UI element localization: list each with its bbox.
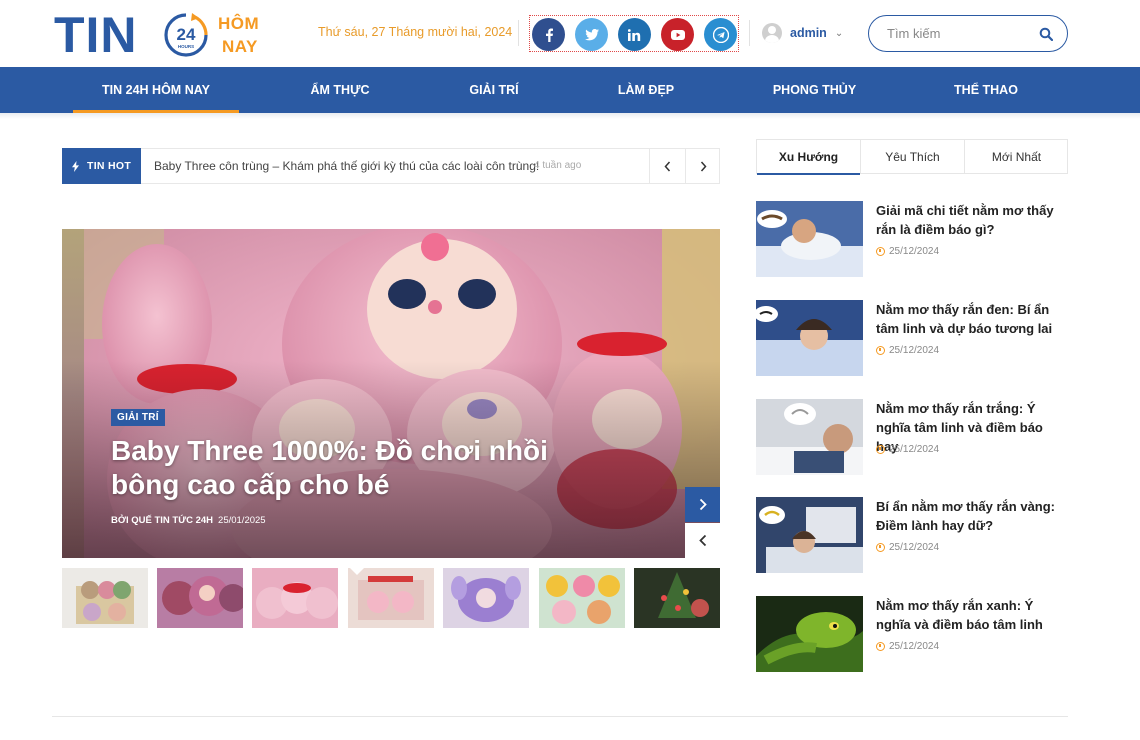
active-thumbnail-indicator: [349, 567, 365, 575]
post-thumbnail[interactable]: [756, 399, 863, 475]
slider-thumbnail[interactable]: [539, 568, 625, 628]
slider-thumbnails: [62, 567, 720, 628]
ticker-label-text: TIN HOT: [87, 160, 132, 172]
slider-prev-button[interactable]: [685, 523, 720, 558]
post-date: 25/12/2024: [876, 542, 939, 553]
featured-author[interactable]: BỞI QUẾ TIN TỨC 24H: [111, 515, 213, 526]
nav-item-tin-24h[interactable]: TIN 24H HÔM NAY: [73, 67, 239, 113]
slider-thumbnail[interactable]: [634, 568, 720, 628]
featured-title[interactable]: Baby Three 1000%: Đồ chơi nhồi bông cao …: [111, 434, 581, 502]
list-item[interactable]: Nằm mơ thấy rắn xanh: Ý nghĩa và điềm bá…: [756, 596, 1068, 672]
svg-text:24: 24: [177, 25, 196, 44]
nav-item-lam-dep[interactable]: LÀM ĐẸP: [604, 67, 688, 113]
logo-line2: NAY: [222, 37, 258, 56]
logo-24h-icon: 24 HOURS: [164, 13, 208, 57]
nav-item-giai-tri[interactable]: GIẢI TRÍ: [452, 67, 536, 113]
post-thumbnail[interactable]: [756, 596, 863, 672]
lightning-icon: [72, 160, 79, 172]
user-name: admin: [790, 26, 827, 40]
search-box: [868, 15, 1068, 52]
post-date: 25/12/2024: [876, 246, 939, 257]
search-input[interactable]: [887, 24, 1027, 43]
list-item[interactable]: Bí ẩn nằm mơ thấy rắn vàng: Điềm lành ha…: [756, 497, 1068, 573]
tab-moi-nhat[interactable]: Mới Nhất: [965, 140, 1068, 174]
clock-icon: [876, 346, 885, 355]
svg-text:HOURS: HOURS: [178, 44, 194, 49]
facebook-icon[interactable]: [532, 18, 565, 51]
chevron-down-icon: ⌄: [834, 27, 844, 39]
post-title[interactable]: Nằm mơ thấy rắn đen: Bí ẩn tâm linh và d…: [876, 300, 1068, 338]
divider: [518, 20, 519, 46]
chevron-left-icon: [698, 534, 706, 547]
slider-thumbnail[interactable]: [348, 568, 434, 628]
post-thumbnail[interactable]: [756, 300, 863, 376]
post-date: 25/12/2024: [876, 444, 939, 455]
clock-icon: [876, 247, 885, 256]
logo-line1: HÔM: [218, 14, 260, 33]
main-navigation: TIN 24H HÔM NAY ẨM THỰC GIẢI TRÍ LÀM ĐẸP…: [0, 67, 1140, 113]
clock-icon: [876, 543, 885, 552]
post-thumbnail[interactable]: [756, 497, 863, 573]
nav-item-phong-thuy[interactable]: PHONG THỦY: [758, 67, 871, 113]
linkedin-icon[interactable]: [618, 18, 651, 51]
chevron-left-icon: [664, 161, 671, 171]
twitter-icon[interactable]: [575, 18, 608, 51]
nav-item-am-thuc[interactable]: ẨM THỰC: [296, 67, 384, 113]
logo-wordmark: TIN: [54, 7, 138, 63]
nav-shadow: [0, 113, 1140, 119]
avatar: [762, 23, 782, 43]
chevron-right-icon: [700, 161, 707, 171]
ticker-headline[interactable]: Baby Three côn trùng – Khám phá thế giới…: [154, 159, 539, 173]
ticker-time: 4 tuần ago: [534, 160, 582, 171]
clock-icon: [876, 445, 885, 454]
featured-meta: BỞI QUẾ TIN TỨC 24H 25/01/2025: [111, 515, 266, 526]
site-header: TIN 24 HOURS HÔM NAY Thứ sáu, 27 Tháng m…: [0, 0, 1140, 67]
slider-next-button[interactable]: [685, 487, 720, 522]
clock-icon: [876, 642, 885, 651]
slider-thumbnail[interactable]: [62, 568, 148, 628]
ticker-next-button[interactable]: [685, 149, 721, 183]
social-links: [529, 15, 739, 52]
current-date: Thứ sáu, 27 Tháng mười hai, 2024: [318, 25, 513, 39]
site-logo[interactable]: TIN 24 HOURS HÔM NAY: [54, 8, 269, 60]
slider-thumbnail[interactable]: [157, 568, 243, 628]
telegram-icon[interactable]: [704, 18, 737, 51]
post-title[interactable]: Nằm mơ thấy rắn xanh: Ý nghĩa và điềm bá…: [876, 596, 1068, 634]
category-badge[interactable]: GIẢI TRÍ: [111, 409, 165, 426]
search-icon[interactable]: [1039, 27, 1053, 41]
list-item[interactable]: Nằm mơ thấy rắn đen: Bí ẩn tâm linh và d…: [756, 300, 1068, 376]
chevron-right-icon: [699, 498, 707, 511]
featured-slider[interactable]: GIẢI TRÍ Baby Three 1000%: Đồ chơi nhồi …: [62, 229, 720, 558]
nav-item-the-thao[interactable]: THỂ THAO: [940, 67, 1032, 113]
slider-thumbnail[interactable]: [443, 568, 529, 628]
post-thumbnail[interactable]: [756, 201, 863, 277]
tab-xu-huong[interactable]: Xu Hướng: [757, 140, 861, 175]
post-date: 25/12/2024: [876, 345, 939, 356]
list-item[interactable]: Giải mã chi tiết nằm mơ thấy rắn là điềm…: [756, 201, 1068, 277]
section-divider: [52, 716, 1068, 717]
slider-thumbnail[interactable]: [252, 568, 338, 628]
post-date: 25/12/2024: [876, 641, 939, 652]
post-title[interactable]: Giải mã chi tiết nằm mơ thấy rắn là điềm…: [876, 201, 1068, 239]
tab-yeu-thich[interactable]: Yêu Thích: [861, 140, 965, 174]
ticker-label: TIN HOT: [62, 148, 141, 184]
featured-date: 25/01/2025: [218, 515, 266, 526]
list-item[interactable]: Nằm mơ thấy rắn trắng: Ý nghĩa tâm linh …: [756, 399, 1068, 475]
user-menu[interactable]: admin ⌄: [762, 22, 843, 44]
sidebar-tabs: Xu Hướng Yêu Thích Mới Nhất: [756, 139, 1068, 175]
divider: [749, 20, 750, 46]
image-overlay: [62, 229, 720, 558]
youtube-icon[interactable]: [661, 18, 694, 51]
ticker-prev-button[interactable]: [649, 149, 685, 183]
post-title[interactable]: Bí ẩn nằm mơ thấy rắn vàng: Điềm lành ha…: [876, 497, 1068, 535]
hot-news-ticker: TIN HOT Baby Three côn trùng – Khám phá …: [62, 148, 720, 184]
